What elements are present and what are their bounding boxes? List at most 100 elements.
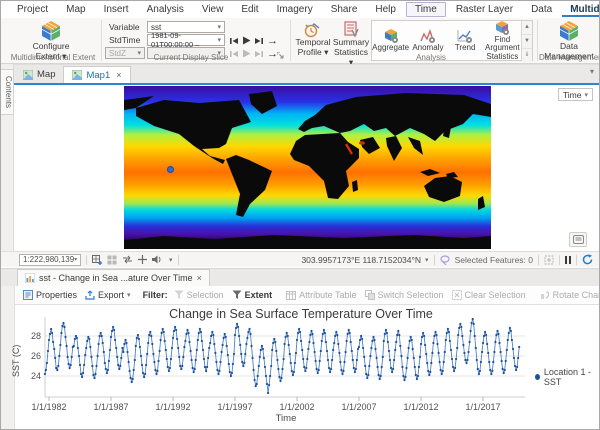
chevron-down-icon[interactable]: ▾ xyxy=(169,256,173,264)
play-button[interactable] xyxy=(242,36,251,45)
svg-text:1/1/1997: 1/1/1997 xyxy=(217,402,252,412)
dock-icon xyxy=(573,235,584,244)
close-icon[interactable]: × xyxy=(197,273,202,283)
svg-text:1/1/2012: 1/1/2012 xyxy=(403,402,438,412)
map-thumbnail-icon xyxy=(72,70,82,80)
clear-selection-icon xyxy=(452,290,462,300)
tab-view[interactable]: View xyxy=(194,3,232,16)
contents-pane-tab[interactable]: Contents xyxy=(1,69,14,115)
group-label-analysis: Analysis xyxy=(341,53,521,62)
chart-canvas[interactable]: 2426281/1/19821/1/19871/1/19921/1/19971/… xyxy=(1,305,600,430)
gallery-scroll-up-icon[interactable]: ▲ xyxy=(522,21,532,35)
tab-help[interactable]: Help xyxy=(367,3,404,16)
x-axis-label: Time xyxy=(47,413,525,424)
tab-share[interactable]: Share xyxy=(323,3,366,16)
tab-analysis[interactable]: Analysis xyxy=(139,3,192,16)
popup-dock-button[interactable] xyxy=(569,232,587,247)
view-tab-map[interactable]: Map xyxy=(15,66,63,83)
tab-project[interactable]: Project xyxy=(9,3,56,16)
separator xyxy=(86,255,87,265)
step-backward-button[interactable] xyxy=(230,37,238,45)
tab-map[interactable]: Map xyxy=(58,3,93,16)
time-playback-controls: → xyxy=(230,36,278,45)
crosshair-icon[interactable] xyxy=(138,255,147,264)
separator xyxy=(178,255,179,265)
attribute-table-button: Attribute Table xyxy=(282,290,360,300)
separator xyxy=(576,255,577,265)
export-button[interactable]: Export ▾ xyxy=(81,290,135,300)
export-icon xyxy=(85,290,95,300)
tab-multidimensional[interactable]: Multidimensional xyxy=(562,3,600,17)
svg-text:1/1/2007: 1/1/2007 xyxy=(341,402,376,412)
switch-selection-button: Switch Selection xyxy=(361,290,448,300)
refresh-icon[interactable] xyxy=(582,254,593,265)
chart-toolbar: Properties Export ▾ Filter: Selection Ex… xyxy=(1,286,600,305)
group-label-multidimensional-extent: Multidimensional Extent xyxy=(7,53,99,62)
filter-label: Filter: xyxy=(141,290,170,300)
group-separator xyxy=(290,20,291,61)
ribbon-tab-bar: Project Map Insert Analysis View Edit Im… xyxy=(1,1,600,18)
chart-panel-tabstrip: sst - Change in Sea ...ature Over Time × xyxy=(1,268,600,286)
view-tab-map1[interactable]: Map1 × xyxy=(63,66,130,83)
stdtime-label: StdTime xyxy=(109,35,140,45)
chevron-down-icon: ▾ xyxy=(127,291,131,299)
tab-imagery[interactable]: Imagery xyxy=(269,3,321,16)
tab-raster-layer[interactable]: Raster Layer xyxy=(448,3,521,16)
map-time-dropdown[interactable]: Time ▾ xyxy=(558,88,593,101)
configure-extent-icon xyxy=(40,20,62,42)
rotate-chart-icon xyxy=(540,290,550,300)
trend-icon xyxy=(457,28,473,44)
svg-text:1/1/2017: 1/1/2017 xyxy=(465,402,500,412)
coordinate-readout[interactable]: 303.9957173°E 118.7152034°N ▾ xyxy=(301,255,428,265)
properties-button[interactable]: Properties xyxy=(19,290,81,300)
group-separator xyxy=(101,20,102,61)
data-management-icon xyxy=(558,20,580,42)
svg-text:26: 26 xyxy=(31,351,41,361)
separator xyxy=(538,255,539,265)
selection-box-icon[interactable] xyxy=(544,255,554,265)
chart-legend[interactable]: Location 1 - SST xyxy=(535,367,599,387)
gallery-scrollbar: ▲ ▼ ⇓ xyxy=(521,21,532,60)
gallery-expand-icon[interactable]: ⇓ xyxy=(522,49,532,62)
view-tabstrip: Map Map1 × xyxy=(1,64,600,83)
grid-icon[interactable] xyxy=(107,255,117,265)
chevron-down-icon: ▾ xyxy=(74,256,77,263)
summary-statistics-icon xyxy=(342,20,360,38)
group-label-data-management: Data Management xyxy=(539,53,599,62)
legend-entry-label: Location 1 - SST xyxy=(544,367,599,387)
filter-extent-button[interactable]: Extent xyxy=(228,290,277,300)
svg-text:24: 24 xyxy=(31,371,41,381)
ribbon: Configure Extent ▾ Variable sst▾ StdTime… xyxy=(1,18,600,64)
ribbon-collapse-icon[interactable]: ▾ xyxy=(590,67,594,76)
scale-combobox[interactable]: 1:222,980,139 ▾ xyxy=(19,254,81,266)
switch-selection-icon xyxy=(365,290,375,300)
grid-add-icon[interactable] xyxy=(92,255,102,265)
chart-panel-tab[interactable]: sst - Change in Sea ...ature Over Time × xyxy=(17,269,210,286)
find-argument-statistics-icon xyxy=(494,20,510,36)
close-icon[interactable]: × xyxy=(116,70,121,80)
tab-edit[interactable]: Edit xyxy=(233,3,266,16)
step-time-arrow-button[interactable]: → xyxy=(267,37,278,45)
chevron-down-icon: ▾ xyxy=(584,91,588,99)
gallery-scroll-down-icon[interactable]: ▼ xyxy=(522,35,532,49)
tab-data[interactable]: Data xyxy=(523,3,560,16)
tab-insert[interactable]: Insert xyxy=(96,3,137,16)
aggregate-icon xyxy=(383,28,399,44)
audio-icon[interactable] xyxy=(152,255,164,264)
tab-time[interactable]: Time xyxy=(406,2,446,17)
swap-arrows-icon[interactable] xyxy=(122,255,133,264)
temporal-profile-icon xyxy=(304,20,322,38)
chevron-down-icon: ▾ xyxy=(217,23,221,31)
filter-extent-icon xyxy=(232,290,242,300)
map-statusbar: 1:222,980,139 ▾ ▾ 303.9957173°E 118.7152… xyxy=(1,251,600,267)
step-forward-button[interactable] xyxy=(255,37,263,45)
sst-raster-map[interactable] xyxy=(124,86,491,249)
stdtime-combobox[interactable]: 1981-09-01T00:00:00 –▾ xyxy=(147,34,225,46)
temporal-profile-button[interactable]: Temporal Profile ▾ xyxy=(294,20,332,58)
map-thumbnail-icon xyxy=(23,70,33,80)
rotate-chart-button: Rotate Chart xyxy=(536,290,600,300)
pause-drawing-button[interactable] xyxy=(565,256,571,264)
dialog-launcher-icon[interactable] xyxy=(277,52,284,59)
group-label-current-display-slice: Current Display Slice xyxy=(111,53,271,62)
svg-text:1/1/1987: 1/1/1987 xyxy=(93,402,128,412)
